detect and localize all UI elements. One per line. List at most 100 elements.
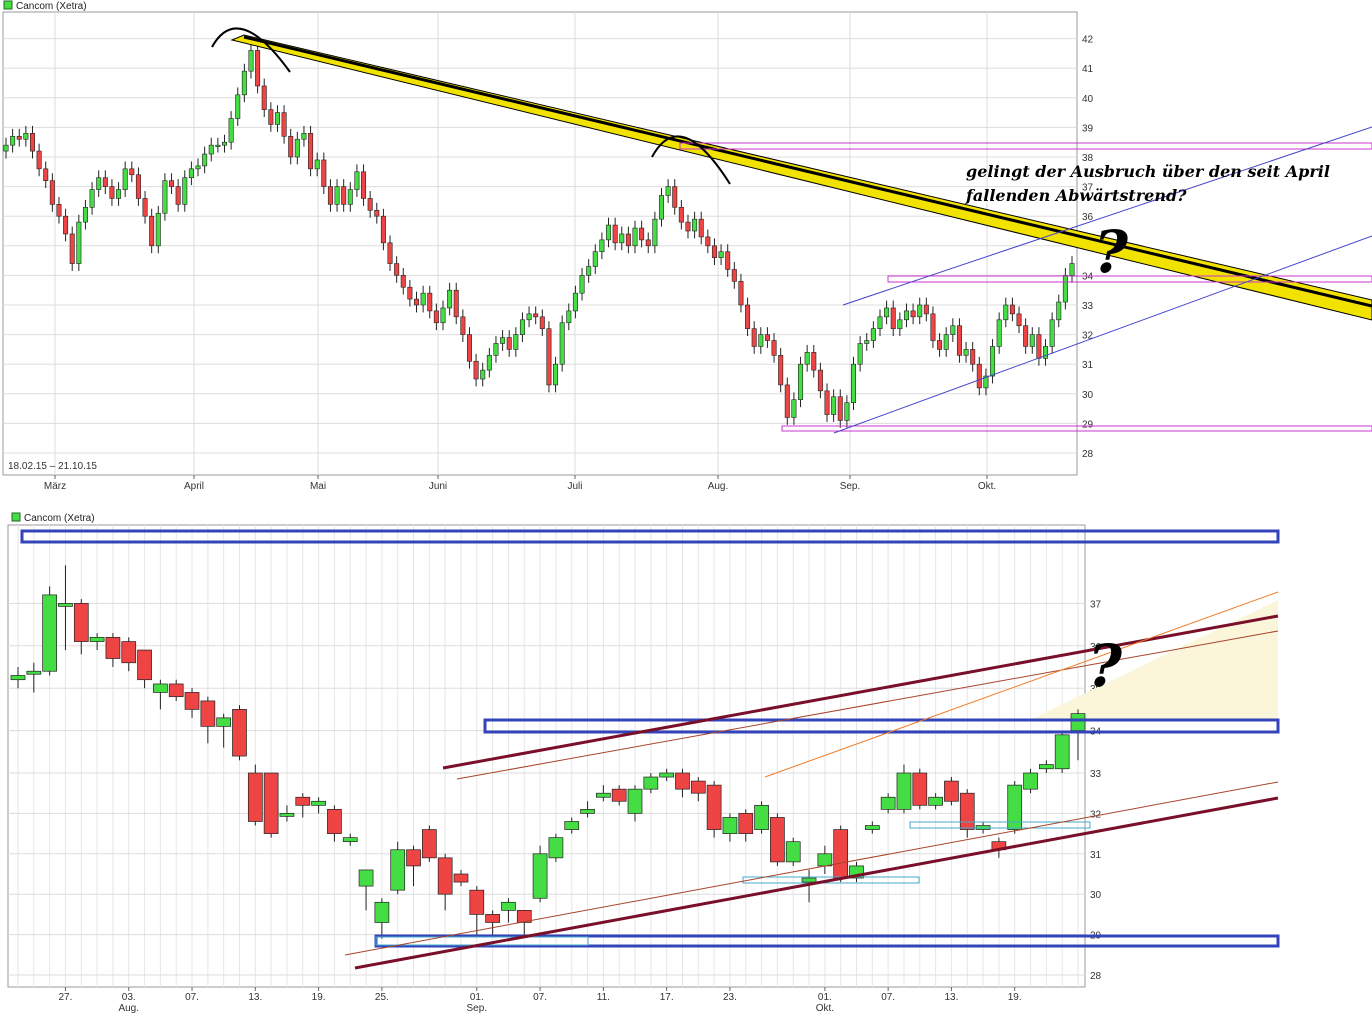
top-plot-frame bbox=[2, 11, 1078, 476]
top-candle-body bbox=[910, 310, 916, 318]
top-candle-body bbox=[380, 215, 386, 244]
bottom-candle-body bbox=[501, 901, 516, 911]
bottom-x-tick-label: 19. bbox=[312, 992, 326, 1003]
top-candle-body bbox=[738, 281, 744, 306]
bottom-candle-body bbox=[1039, 764, 1054, 770]
top-candle-body bbox=[798, 363, 804, 401]
top-candle-body bbox=[890, 307, 896, 329]
top-candle-body bbox=[572, 292, 578, 312]
top-candle-body bbox=[1009, 304, 1015, 315]
bottom-candle-body bbox=[801, 877, 817, 883]
top-candle-body bbox=[122, 168, 128, 190]
top-candle-body bbox=[367, 198, 373, 211]
top-candle-body bbox=[261, 85, 267, 110]
top-candle-body bbox=[248, 50, 254, 72]
top-x-tick-label: Sep. bbox=[840, 481, 861, 492]
bottom-candle-body bbox=[896, 772, 912, 810]
top-candle-body bbox=[837, 396, 843, 421]
top-candle-body bbox=[811, 352, 817, 371]
top-candle-body bbox=[36, 150, 42, 170]
chart-canvas: 282930313233343536373839404142MärzAprilM… bbox=[2, 0, 1372, 1014]
top-candle-body bbox=[718, 251, 724, 258]
bottom-candle-body bbox=[1054, 734, 1070, 770]
top-candle-body bbox=[453, 289, 459, 318]
top-candle-body bbox=[341, 186, 347, 205]
top-candle-body bbox=[612, 224, 618, 244]
top-candle-body bbox=[771, 340, 777, 356]
bottom-candle-body bbox=[770, 817, 785, 863]
bottom-y-tick-label: 33 bbox=[1090, 769, 1102, 780]
top-candle-body bbox=[506, 337, 512, 350]
top-candle-body bbox=[473, 360, 479, 380]
top-candle-body bbox=[466, 334, 472, 362]
bottom-candle-body bbox=[232, 709, 247, 757]
bottom-question-mark: ? bbox=[1088, 632, 1123, 700]
bottom-x-tick-label: 23. bbox=[723, 992, 737, 1003]
top-candle-body bbox=[877, 316, 883, 329]
bottom-x-tick-label: 17. bbox=[660, 992, 674, 1003]
top-candle-body bbox=[751, 328, 757, 347]
breakout-annotation-line2: fallenden Abwärtstrend? bbox=[965, 186, 1187, 205]
top-candle-body bbox=[76, 221, 82, 264]
top-candle-body bbox=[678, 207, 684, 223]
bottom-candle-body bbox=[200, 700, 216, 727]
bottom-x-tick-label: 07. bbox=[533, 992, 547, 1003]
top-candle-body bbox=[923, 304, 929, 315]
bottom-candle-body bbox=[548, 837, 564, 859]
top-candle-body bbox=[208, 144, 214, 155]
bottom-candle-body bbox=[596, 792, 611, 798]
top-x-tick-label: April bbox=[184, 481, 204, 492]
top-candle-body bbox=[725, 251, 731, 270]
top-candle-body bbox=[791, 399, 797, 418]
top-candle-body bbox=[1029, 334, 1035, 347]
top-candle-body bbox=[526, 313, 532, 321]
top-candle-body bbox=[632, 227, 638, 247]
top-x-tick-label: Okt. bbox=[978, 481, 996, 492]
bottom-candle-body bbox=[42, 594, 57, 672]
bottom-legend-swatch bbox=[11, 512, 21, 522]
top-candle-body bbox=[586, 266, 592, 276]
top-candle-body bbox=[1023, 325, 1029, 347]
top-candle-body bbox=[950, 325, 956, 335]
bottom-candle-body bbox=[675, 772, 690, 790]
top-candle-body bbox=[440, 307, 446, 324]
top-y-tick-label: 33 bbox=[1082, 301, 1094, 312]
bottom-candle-body bbox=[485, 914, 500, 923]
top-candle-body bbox=[23, 133, 29, 140]
bottom-x-tick-label: 11. bbox=[597, 992, 610, 1003]
top-candle-body bbox=[553, 363, 559, 386]
bottom-candle-body bbox=[928, 796, 943, 806]
bottom-candle-body bbox=[785, 841, 801, 863]
bottom-candle-body bbox=[390, 849, 406, 891]
top-candle-body bbox=[804, 352, 810, 365]
top-candle-body bbox=[539, 316, 545, 329]
bottom-legend-label: Cancom (Xetra) bbox=[24, 513, 95, 524]
top-candle-body bbox=[625, 233, 631, 247]
top-x-tick-label: Aug. bbox=[708, 481, 729, 492]
bottom-candle-body bbox=[1007, 784, 1023, 830]
bottom-y-tick-label: 30 bbox=[1090, 890, 1102, 901]
bottom-y-tick-label: 31 bbox=[1090, 850, 1102, 861]
top-candle-body bbox=[288, 135, 294, 158]
top-candle-body bbox=[334, 186, 340, 205]
bottom-candle-body bbox=[944, 780, 959, 802]
top-candle-body bbox=[400, 275, 406, 288]
bottom-month-label: Sep. bbox=[467, 1003, 488, 1014]
top-candle-body bbox=[917, 304, 923, 318]
top-candle-body bbox=[745, 304, 751, 329]
top-candle-body bbox=[314, 159, 320, 170]
bottom-candle-body bbox=[374, 901, 390, 923]
top-candle-body bbox=[844, 402, 850, 421]
top-candle-body bbox=[1056, 301, 1062, 321]
top-candle-body bbox=[327, 186, 333, 205]
top-candle-body bbox=[500, 337, 506, 344]
top-candle-body bbox=[619, 233, 625, 244]
top-candle-body bbox=[420, 292, 426, 306]
top-candle-body bbox=[884, 307, 890, 318]
bottom-candle-body bbox=[817, 853, 833, 867]
bottom-month-label: Aug. bbox=[118, 1003, 139, 1014]
top-candle-body bbox=[963, 349, 969, 356]
bottom-candle-body bbox=[580, 809, 595, 814]
top-candle-body bbox=[169, 180, 175, 187]
top-candle-body bbox=[480, 369, 486, 380]
